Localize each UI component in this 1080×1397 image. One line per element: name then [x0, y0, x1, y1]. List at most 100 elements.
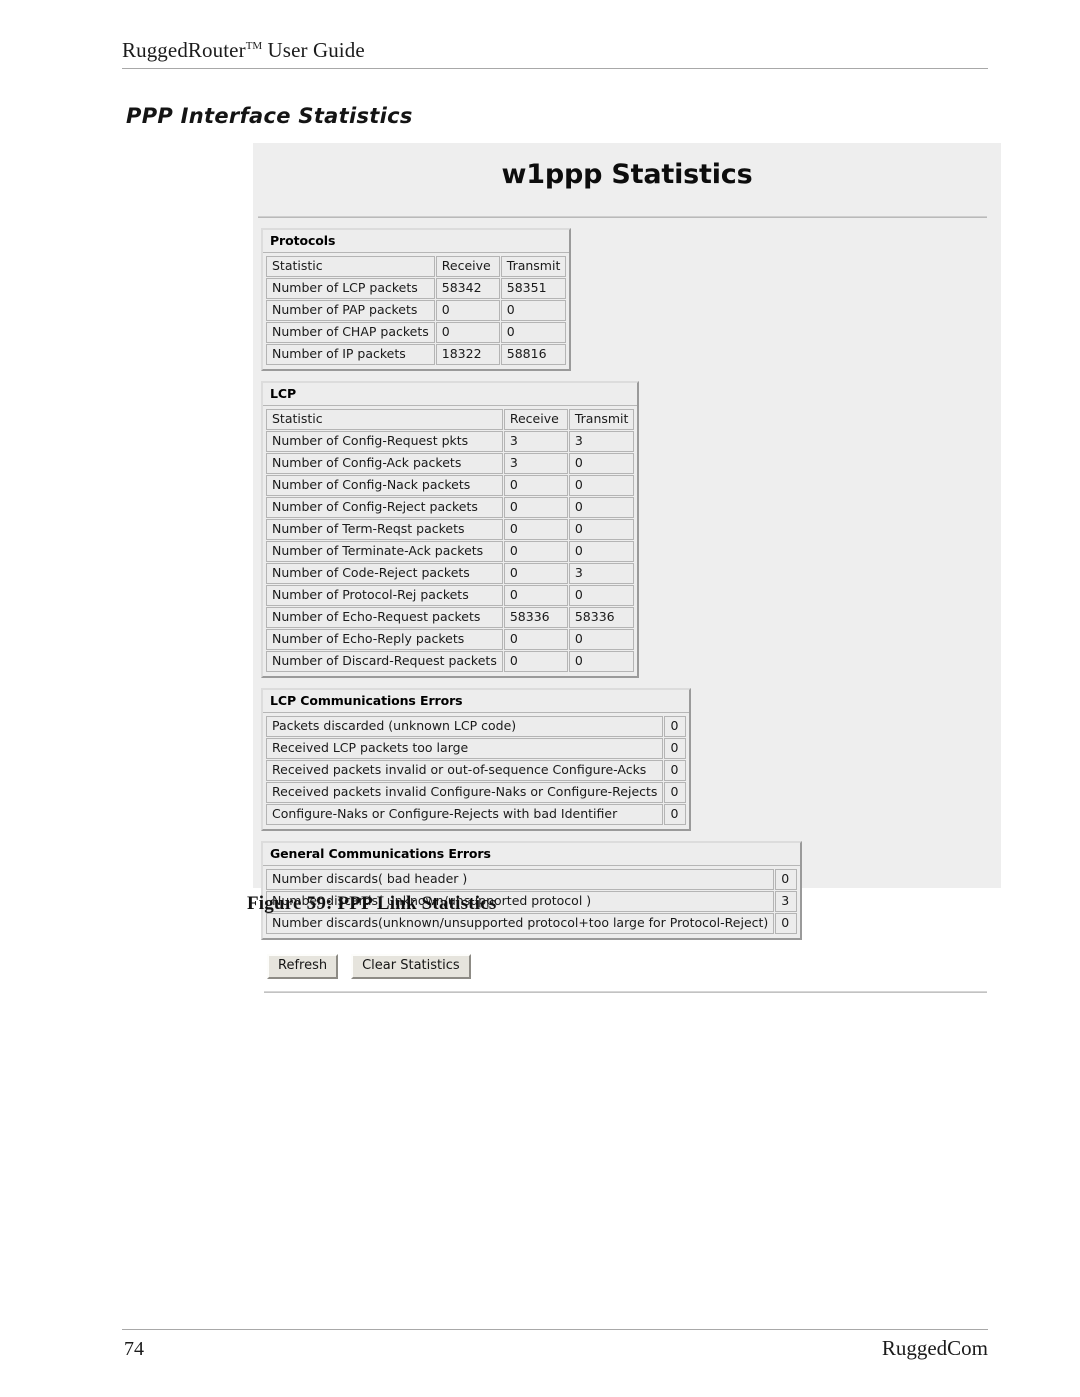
row-label: Number of Config-Request pkts: [266, 431, 503, 452]
action-button-row: Refresh Clear Statistics: [259, 950, 1001, 980]
row-receive: 3: [503, 453, 568, 474]
row-transmit: 0: [568, 541, 635, 562]
row-label: Number of IP packets: [266, 344, 435, 365]
refresh-button[interactable]: Refresh: [267, 954, 339, 980]
row-receive: 58342: [435, 278, 500, 299]
row-label: Number of Echo-Reply packets: [266, 629, 503, 650]
protocols-statbox: Protocols Statistic Receive Transmit Num…: [261, 228, 572, 371]
row-label: Number of PAP packets: [266, 300, 435, 321]
table-row: Number of Terminate-Ack packets 0 0: [266, 541, 635, 562]
row-label: Received packets invalid Configure-Naks …: [266, 782, 664, 803]
row-receive: 0: [503, 519, 568, 540]
screenshot-bottom-divider: [264, 991, 987, 994]
lcp-legend: LCP: [263, 383, 638, 406]
lcp-statbox: LCP Statistic Receive Transmit Number of…: [261, 381, 640, 678]
row-label: Number of Code-Reject packets: [266, 563, 503, 584]
screenshot-panel: w1ppp Statistics Protocols Statistic Rec…: [253, 143, 1001, 994]
row-receive: 18322: [435, 344, 500, 365]
table-row: Number of Config-Ack packets 3 0: [266, 453, 635, 474]
row-transmit: 0: [568, 651, 635, 672]
row-label: Number of Config-Reject packets: [266, 497, 503, 518]
table-row: Number of LCP packets 58342 58351: [266, 278, 567, 299]
table-row: Number of PAP packets 0 0: [266, 300, 567, 321]
table-row: Number of Echo-Request packets 58336 583…: [266, 607, 635, 628]
table-row: Received LCP packets too large 0: [266, 738, 687, 759]
screenshot-content: Protocols Statistic Receive Transmit Num…: [253, 218, 1001, 994]
row-transmit: 0: [500, 300, 567, 321]
clear-statistics-button[interactable]: Clear Statistics: [351, 954, 471, 980]
row-label: Number of Terminate-Ack packets: [266, 541, 503, 562]
header-divider: [122, 68, 988, 69]
row-label: Number discards( bad header ): [266, 869, 775, 890]
row-receive: 0: [503, 497, 568, 518]
row-transmit: 0: [568, 585, 635, 606]
table-row: Number of Config-Nack packets 0 0: [266, 475, 635, 496]
row-transmit: 0: [568, 453, 635, 474]
document-page: RuggedRouterTM User Guide PPP Interface …: [0, 0, 1080, 1397]
column-header-receive: Receive: [503, 409, 568, 430]
table-row: Number of Discard-Request packets 0 0: [266, 651, 635, 672]
row-value: 3: [775, 891, 798, 912]
table-row: Number of Config-Request pkts 3 3: [266, 431, 635, 452]
table-row: Number discards( bad header ) 0: [266, 869, 798, 890]
row-transmit: 58351: [500, 278, 567, 299]
row-receive: 58336: [503, 607, 568, 628]
row-label: Received LCP packets too large: [266, 738, 664, 759]
table-row: Number of Config-Reject packets 0 0: [266, 497, 635, 518]
row-receive: 0: [503, 629, 568, 650]
row-transmit: 3: [568, 431, 635, 452]
table-row: Number of CHAP packets 0 0: [266, 322, 567, 343]
table-row: Configure-Naks or Configure-Rejects with…: [266, 804, 687, 825]
trademark-symbol: TM: [245, 40, 263, 52]
table-header-row: Statistic Receive Transmit: [266, 256, 567, 277]
protocols-table: Statistic Receive Transmit Number of LCP…: [265, 255, 567, 366]
row-label: Number of CHAP packets: [266, 322, 435, 343]
row-value: 0: [664, 738, 687, 759]
row-label: Received packets invalid or out-of-seque…: [266, 760, 664, 781]
running-header: RuggedRouterTM User Guide: [122, 38, 988, 63]
table-header-row: Statistic Receive Transmit: [266, 409, 635, 430]
page-title: PPP Interface Statistics: [126, 104, 413, 128]
row-value: 0: [775, 869, 798, 890]
row-transmit: 0: [568, 497, 635, 518]
row-receive: 0: [503, 475, 568, 496]
row-label: Number discards(unknown/unsupported prot…: [266, 913, 775, 934]
row-receive: 0: [435, 322, 500, 343]
row-label: Number of LCP packets: [266, 278, 435, 299]
column-header-statistic: Statistic: [266, 256, 435, 277]
row-transmit: 0: [568, 475, 635, 496]
row-transmit: 58816: [500, 344, 567, 365]
table-row: Number discards(unknown/unsupported prot…: [266, 913, 798, 934]
screenshot-title: w1ppp Statistics: [501, 159, 753, 190]
table-row: Number of Term-Reqst packets 0 0: [266, 519, 635, 540]
running-header-text: RuggedRouterTM User Guide: [122, 38, 365, 62]
table-row: Number of Echo-Reply packets 0 0: [266, 629, 635, 650]
row-transmit: 3: [568, 563, 635, 584]
row-label: Number of Discard-Request packets: [266, 651, 503, 672]
table-row: Number of Protocol-Rej packets 0 0: [266, 585, 635, 606]
row-value: 0: [664, 716, 687, 737]
table-row: Packets discarded (unknown LCP code) 0: [266, 716, 687, 737]
row-label: Number of Protocol-Rej packets: [266, 585, 503, 606]
row-receive: 0: [503, 563, 568, 584]
general-communications-errors-legend: General Communications Errors: [263, 843, 801, 866]
row-value: 0: [664, 782, 687, 803]
table-row: Number of IP packets 18322 58816: [266, 344, 567, 365]
row-receive: 0: [503, 541, 568, 562]
row-label: Configure-Naks or Configure-Rejects with…: [266, 804, 664, 825]
footer-divider: [122, 1329, 988, 1330]
footer-company-name: RuggedCom: [881, 1336, 988, 1360]
row-label: Number of Term-Reqst packets: [266, 519, 503, 540]
table-row: Number of Code-Reject packets 0 3: [266, 563, 635, 584]
page-number: 74: [124, 1338, 144, 1360]
lcp-communications-errors-table: Packets discarded (unknown LCP code) 0 R…: [265, 715, 687, 826]
row-receive: 0: [503, 585, 568, 606]
row-transmit: 0: [500, 322, 567, 343]
column-header-transmit: Transmit: [500, 256, 567, 277]
row-label: Number of Config-Ack packets: [266, 453, 503, 474]
row-value: 0: [664, 804, 687, 825]
lcp-table: Statistic Receive Transmit Number of Con…: [265, 408, 635, 673]
row-receive: 3: [503, 431, 568, 452]
lcp-communications-errors-legend: LCP Communications Errors: [263, 690, 690, 713]
protocols-legend: Protocols: [263, 230, 570, 253]
